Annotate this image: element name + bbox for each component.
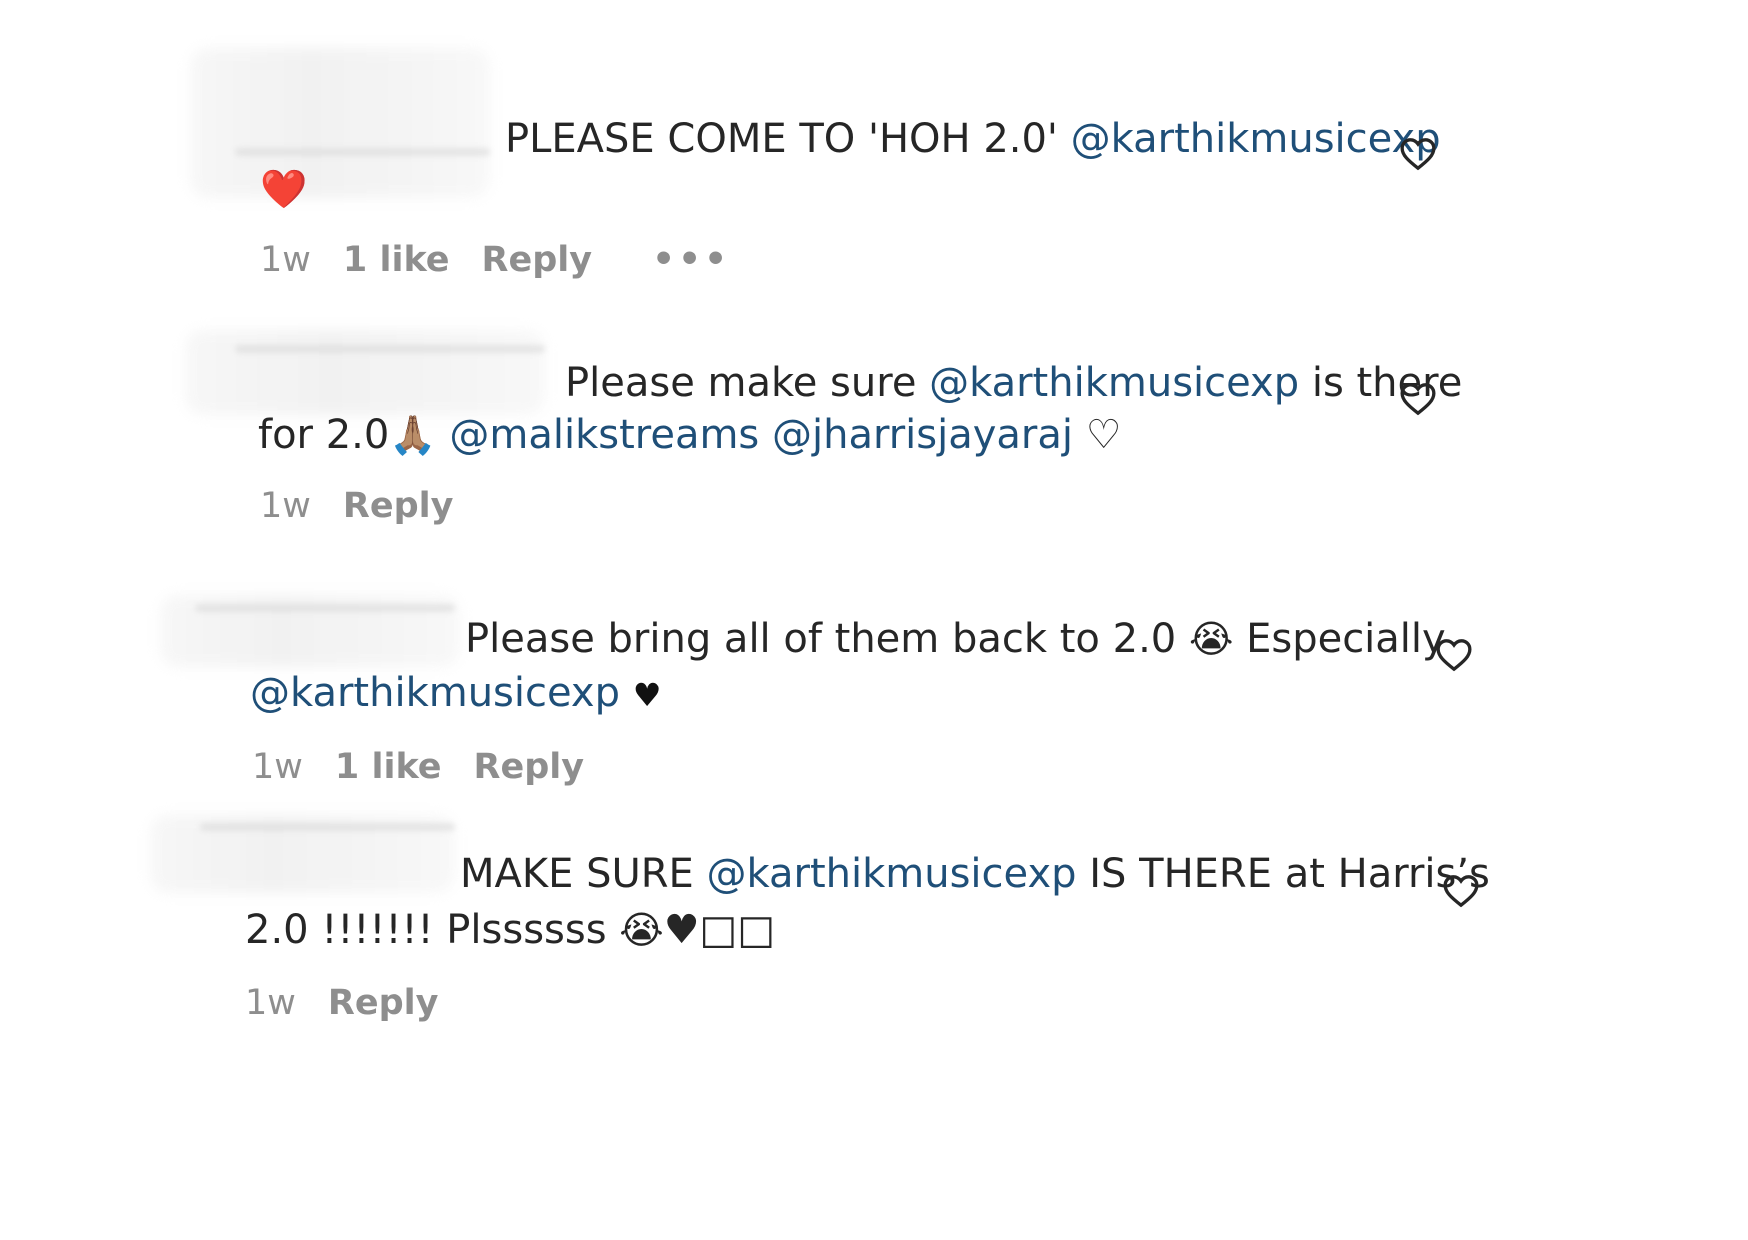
comment-meta: 1w 1 like Reply: [252, 745, 616, 789]
comment-time: 1w: [260, 486, 311, 526]
blurred-username: [185, 330, 545, 415]
comment-time: 1w: [252, 747, 303, 787]
mention-link[interactable]: @karthikmusicexp: [707, 851, 1077, 897]
comment-text-part: Please bring all of them back to 2.0: [465, 616, 1189, 662]
mention-link[interactable]: @jharrisjayaraj: [772, 412, 1073, 458]
heart-outline-icon[interactable]: [1441, 871, 1481, 911]
mention-link[interactable]: @karthikmusicexp: [250, 670, 620, 716]
blurred-username-strip: [195, 604, 455, 612]
reply-button[interactable]: Reply: [328, 981, 439, 1025]
comment-text: MAKE SURE @karthikmusicexp IS THERE at H…: [460, 845, 1490, 903]
comment-text-line-2: for 2.0🙏🏽 @malikstreams @jharrisjayaraj …: [258, 406, 1122, 464]
white-heart-emoji: ♡: [1085, 412, 1122, 458]
heart-outline-icon[interactable]: [1434, 635, 1474, 675]
comment-text-part: Especially: [1233, 616, 1446, 662]
heart-outline-icon[interactable]: [1398, 134, 1438, 174]
folded-hands-emoji: 🙏🏽: [389, 413, 437, 457]
comment-text-part: MAKE SURE: [460, 851, 707, 897]
mention-link[interactable]: @malikstreams: [449, 412, 759, 458]
red-heart-emoji: ❤️: [260, 167, 308, 211]
heart-and-boxes-emoji: ♥□□: [663, 907, 776, 953]
comment-text-part: for 2.0: [258, 412, 390, 458]
reply-button[interactable]: Reply: [474, 745, 585, 789]
comment-text: Please make sure @karthikmusicexp is the…: [565, 354, 1462, 412]
likes-count[interactable]: 1 like: [335, 745, 442, 789]
comment-text-part: 2.0 !!!!!!! Plssssss: [245, 907, 620, 953]
comment-time: 1w: [245, 983, 296, 1023]
crying-face-emoji: 😭: [1188, 617, 1234, 661]
comment-time: 1w: [260, 240, 311, 280]
blurred-username: [190, 48, 490, 198]
crying-face-emoji: 😭: [619, 908, 664, 952]
mention-link[interactable]: @karthikmusicexp: [929, 360, 1299, 406]
comment-text: PLEASE COME TO 'HOH 2.0' @karthikmusicex…: [505, 110, 1441, 168]
comment-meta: 1w Reply: [260, 484, 485, 528]
comment-text-line-2: 2.0 !!!!!!! Plssssss 😭♥□□: [245, 901, 775, 959]
reply-button[interactable]: Reply: [343, 484, 454, 528]
comment-text-line-2: @karthikmusicexp ♥: [250, 664, 661, 724]
comment-text-part: Please make sure: [565, 360, 930, 406]
likes-count[interactable]: 1 like: [343, 238, 450, 282]
blurred-username-strip: [200, 823, 455, 831]
mention-link[interactable]: @karthikmusicexp: [1071, 116, 1441, 162]
black-heart-emoji: ♥: [632, 676, 662, 714]
blurred-username-strip: [235, 148, 490, 156]
comment-meta: 1w Reply: [245, 981, 470, 1025]
comment-text-part: IS THERE at Harris’s: [1076, 851, 1490, 897]
blurred-username-strip: [235, 345, 545, 353]
comment-meta: 1w 1 like Reply •••: [260, 238, 762, 282]
heart-outline-icon[interactable]: [1398, 379, 1438, 419]
more-options-icon[interactable]: •••: [652, 238, 730, 282]
reply-button[interactable]: Reply: [482, 238, 593, 282]
comment-text: Please bring all of them back to 2.0 😭 E…: [465, 610, 1446, 668]
comment-text-part: PLEASE COME TO 'HOH 2.0': [505, 116, 1071, 162]
